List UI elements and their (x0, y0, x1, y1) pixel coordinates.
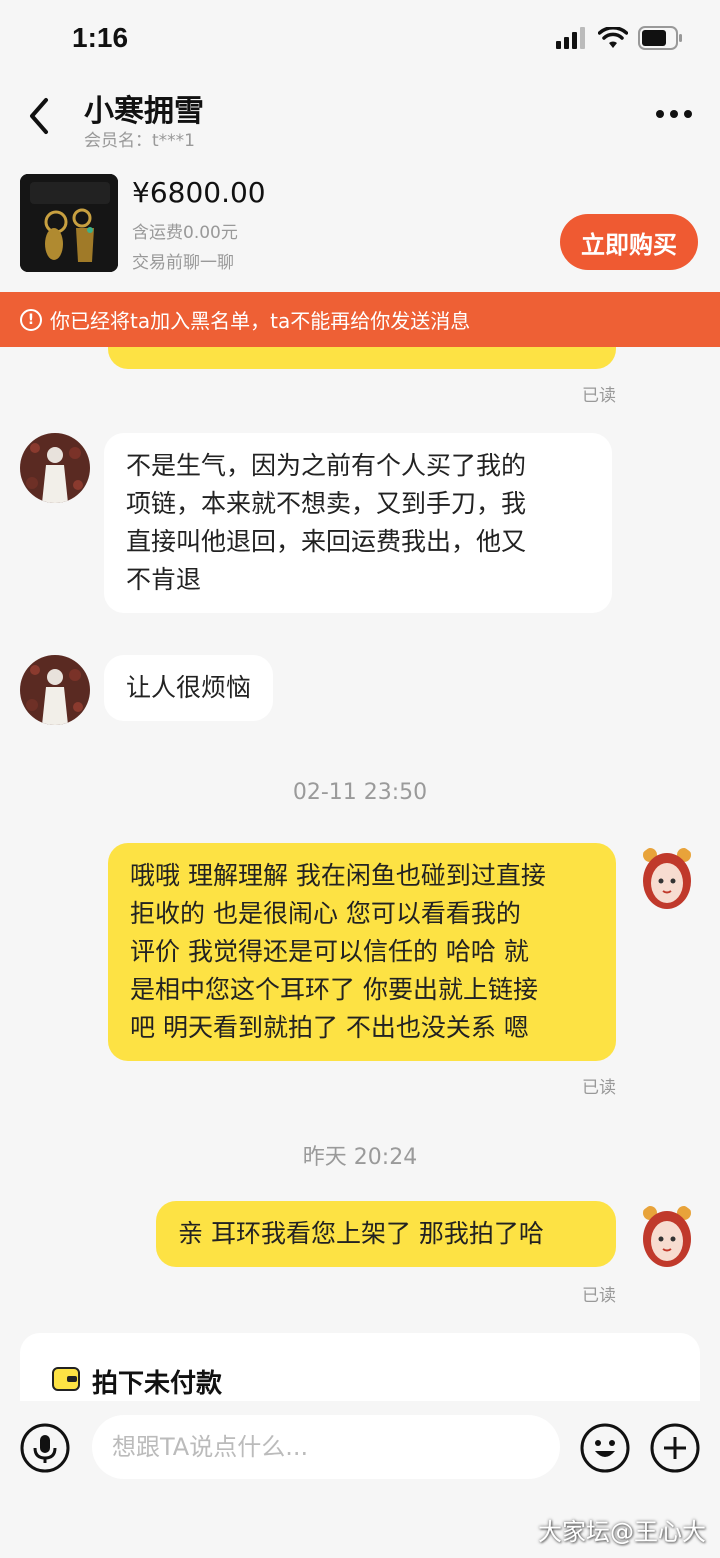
message-bubble-self (108, 347, 616, 369)
add-icon[interactable] (650, 1423, 700, 1473)
message-timestamp: 昨天 20:24 (302, 1145, 418, 1170)
status-icons (556, 26, 684, 50)
input-bar (0, 1401, 720, 1501)
status-time: 1:16 (72, 22, 129, 53)
warning-icon: ! (20, 308, 42, 331)
avatar[interactable] (20, 655, 90, 725)
member-name: 会员名：t***1 (84, 131, 195, 151)
status-bar: 1:16 (0, 0, 720, 80)
read-receipt: 已读 (582, 1286, 616, 1306)
battery-icon (638, 26, 682, 50)
signal-icon (556, 27, 585, 49)
microphone-icon[interactable] (20, 1423, 70, 1473)
product-thumbnail[interactable] (20, 174, 118, 272)
product-card[interactable]: ¥6800.00 含运费0.00元 交易前聊一聊 立即购买 (0, 166, 720, 292)
blacklist-text: 你已经将ta加入黑名单，ta不能再给你发送消息 (50, 309, 471, 333)
self-avatar[interactable] (632, 843, 702, 913)
message-input[interactable] (92, 1415, 560, 1479)
message-timestamp: 02-11 23:50 (292, 780, 428, 805)
wallet-icon (52, 1367, 80, 1391)
watermark: 大家坛@王心大 (538, 1518, 706, 1546)
back-icon[interactable] (22, 94, 62, 138)
read-receipt: 已读 (582, 1078, 616, 1098)
message-bubble-self: 亲 耳环我看您上架了 那我拍了哈 (156, 1201, 616, 1267)
product-price: ¥6800.00 (132, 176, 266, 209)
message-bubble-other: 不是生气，因为之前有个人买了我的 项链，本来就不想卖，又到手刀，我 直接叫他退回… (104, 433, 612, 613)
avatar[interactable] (20, 433, 90, 503)
order-status-title: 拍下未付款 (92, 1369, 223, 1399)
message-bubble-other: 让人很烦恼 (104, 655, 274, 721)
shipping-fee: 含运费0.00元 (132, 223, 238, 243)
self-avatar[interactable] (632, 1201, 702, 1271)
more-options-icon[interactable] (654, 102, 694, 126)
read-receipt: 已读 (582, 386, 616, 406)
chat-area[interactable]: 已读 不是生气，因为之前有个人买了我的 项链，本来就不想卖，又到手刀，我 直接叫… (0, 347, 720, 1401)
order-status-card[interactable]: 拍下未付款 (20, 1333, 700, 1401)
chat-hint: 交易前聊一聊 (132, 253, 234, 273)
wifi-icon (598, 27, 628, 48)
buy-now-button[interactable]: 立即购买 (560, 214, 698, 270)
chat-header: 小寒拥雪 会员名：t***1 (0, 80, 720, 166)
blacklist-banner: ! 你已经将ta加入黑名单，ta不能再给你发送消息 (0, 292, 720, 347)
contact-name: 小寒拥雪 (84, 94, 204, 129)
emoji-icon[interactable] (580, 1423, 630, 1473)
message-bubble-self: 哦哦 理解理解 我在闲鱼也碰到过直接 拒收的 也是很闹心 您可以看看我的 评价 … (108, 843, 616, 1061)
